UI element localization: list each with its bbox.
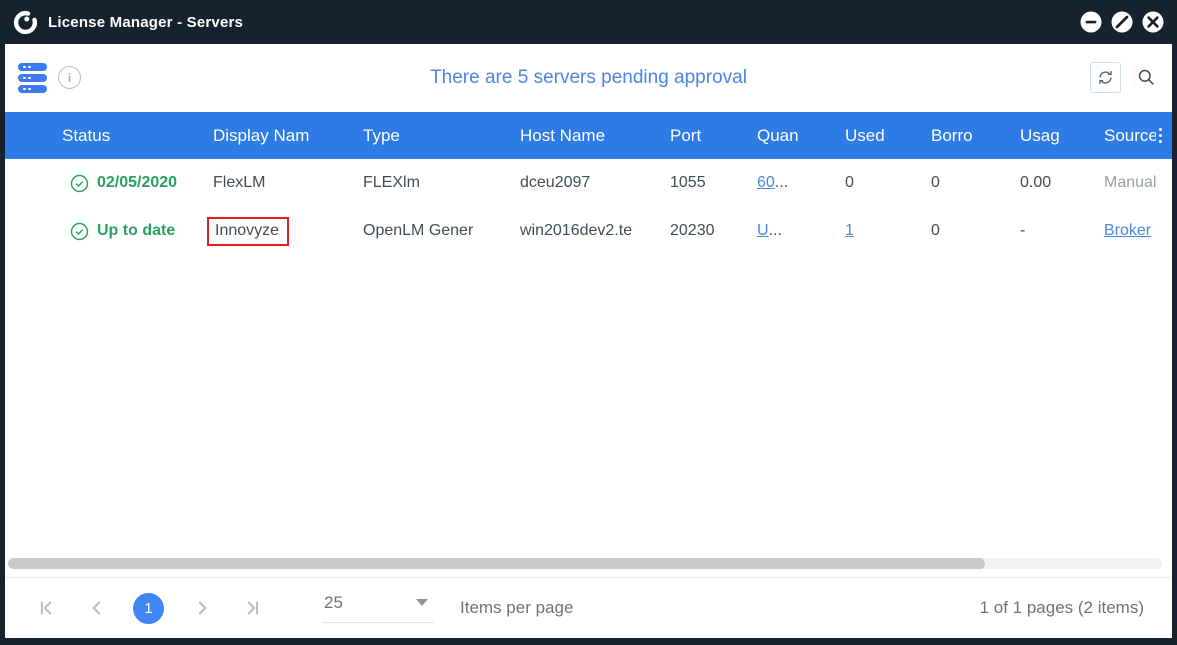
red-highlight-box: Innovyze (207, 217, 289, 246)
table-row[interactable]: Up to date Innovyze OpenLM Gener win2016… (5, 207, 1172, 255)
column-header-status[interactable]: Status (5, 126, 205, 146)
usage-cell: - (1012, 222, 1096, 240)
pagination-bar: 1 25 Items per page 1 of 1 pages (2 item… (5, 577, 1172, 638)
borrowed-cell: 0 (923, 174, 1012, 192)
horizontal-scrollbar[interactable] (8, 558, 1162, 569)
quantity-link[interactable]: U (757, 222, 769, 239)
next-page-button[interactable] (192, 598, 212, 618)
page-1-button[interactable]: 1 (133, 593, 164, 624)
column-header-quantity[interactable]: Quan (749, 126, 837, 146)
toolbar: i There are 5 servers pending approval (5, 44, 1172, 112)
pending-approval-message[interactable]: There are 5 servers pending approval (430, 67, 747, 89)
window-controls (1080, 11, 1164, 33)
servers-menu-icon[interactable] (18, 63, 47, 96)
status-cell: 02/05/2020 (5, 174, 205, 193)
table-row[interactable]: 02/05/2020 FlexLM FLEXlm dceu2097 1055 6… (5, 159, 1172, 207)
app-logo-icon (13, 10, 38, 35)
window-title: License Manager - Servers (48, 14, 243, 31)
column-header-used[interactable]: Used (837, 126, 923, 146)
horizontal-scrollbar-thumb[interactable] (8, 558, 985, 569)
close-button[interactable] (1142, 11, 1164, 33)
column-header-port[interactable]: Port (662, 126, 749, 146)
info-icon[interactable]: i (58, 66, 81, 89)
port-cell: 1055 (662, 174, 749, 192)
status-cell: Up to date (5, 222, 205, 241)
source-link[interactable]: Broker (1104, 222, 1151, 239)
items-per-page-label: Items per page (460, 598, 573, 618)
refresh-icon (1097, 69, 1114, 86)
display-name-text: Innovyze (215, 222, 279, 239)
status-text: Up to date (97, 222, 175, 240)
quantity-cell: 60... (749, 174, 837, 192)
display-name-cell: FlexLM (205, 174, 355, 192)
display-name-cell: Innovyze (205, 217, 355, 246)
type-cell: OpenLM Gener (355, 222, 512, 240)
column-header-type[interactable]: Type (355, 126, 512, 146)
column-header-host-name[interactable]: Host Name (512, 126, 662, 146)
quantity-link[interactable]: 60 (757, 174, 775, 191)
column-header-usage[interactable]: Usag (1012, 126, 1096, 146)
first-page-button[interactable] (37, 598, 57, 618)
content-panel: i There are 5 servers pending approval S… (5, 44, 1172, 638)
items-per-page-value: 25 (324, 593, 343, 613)
license-manager-window: License Manager - Servers (0, 0, 1177, 645)
used-cell: 0 (837, 174, 923, 192)
host-name-cell: win2016dev2.te (512, 222, 662, 240)
type-cell: FLEXlm (355, 174, 512, 192)
column-header-borrowed[interactable]: Borro (923, 126, 1012, 146)
quantity-ellipsis: ... (775, 174, 788, 191)
quantity-cell: U... (749, 222, 837, 240)
table-header: Status Display Nam Type Host Name Port Q… (5, 112, 1172, 159)
status-text: 02/05/2020 (97, 174, 177, 192)
source-cell: Manual (1096, 174, 1156, 192)
items-per-page-select[interactable]: 25 (322, 593, 434, 623)
port-cell: 20230 (662, 222, 749, 240)
chevron-down-icon (416, 599, 428, 606)
borrowed-cell: 0 (923, 222, 1012, 240)
column-header-display-name[interactable]: Display Nam (205, 126, 355, 146)
minimize-button[interactable] (1080, 11, 1102, 33)
status-ok-icon (70, 222, 89, 241)
page-summary: 1 of 1 pages (2 items) (980, 598, 1144, 618)
last-page-button[interactable] (242, 598, 262, 618)
table-empty-area (5, 255, 1172, 558)
prev-page-button[interactable] (87, 598, 107, 618)
refresh-button[interactable] (1090, 62, 1121, 93)
source-cell: Broker (1096, 222, 1156, 240)
status-ok-icon (70, 174, 89, 193)
search-icon[interactable] (1137, 68, 1155, 91)
host-name-cell: dceu2097 (512, 174, 662, 192)
quantity-ellipsis: ... (769, 222, 782, 239)
used-link[interactable]: 1 (845, 222, 854, 239)
titlebar: License Manager - Servers (0, 0, 1177, 44)
used-cell: 1 (837, 222, 923, 240)
disable-button[interactable] (1111, 11, 1133, 33)
column-header-source[interactable]: Source (1096, 126, 1156, 146)
header-menu-icon[interactable] (1156, 128, 1172, 143)
usage-cell: 0.00 (1012, 174, 1096, 192)
display-name-text: FlexLM (213, 174, 265, 191)
